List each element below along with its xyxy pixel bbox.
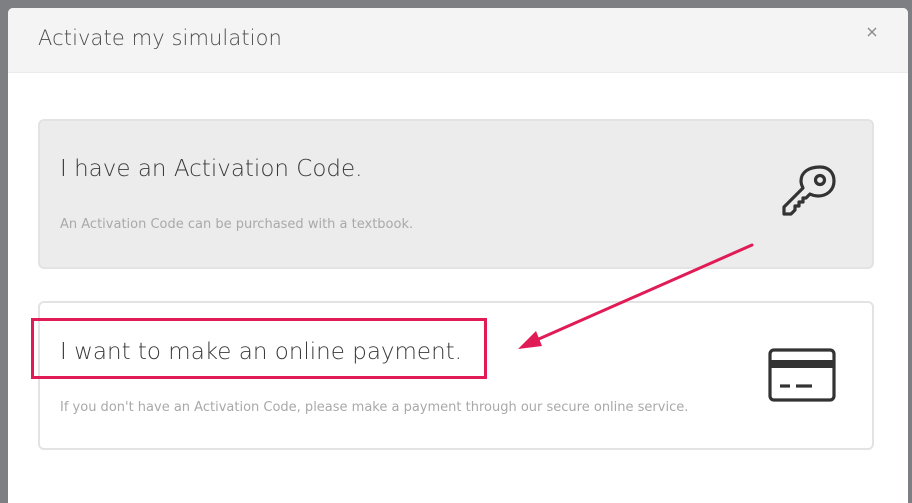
online-payment-title: I want to make an online payment. xyxy=(60,339,462,365)
close-button[interactable] xyxy=(862,22,882,42)
key-icon xyxy=(782,165,836,216)
activation-code-title: I have an Activation Code. xyxy=(60,156,363,182)
activation-code-description: An Activation Code can be purchased with… xyxy=(60,217,414,232)
credit-card-icon xyxy=(768,348,836,402)
online-payment-option[interactable]: I want to make an online payment. If you… xyxy=(38,301,874,450)
close-icon xyxy=(867,27,877,37)
activate-simulation-modal: Activate my simulation I have an Activat… xyxy=(8,8,908,503)
online-payment-description: If you don't have an Activation Code, pl… xyxy=(60,400,689,415)
modal-header: Activate my simulation xyxy=(8,8,908,73)
activation-code-option[interactable]: I have an Activation Code. An Activation… xyxy=(38,119,874,269)
modal-title: Activate my simulation xyxy=(38,26,282,50)
